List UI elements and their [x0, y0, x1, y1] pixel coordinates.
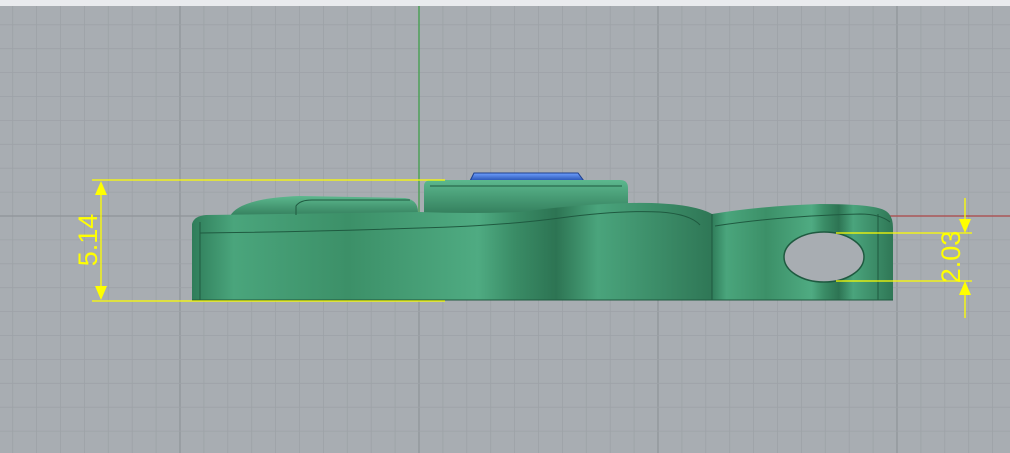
rhino-viewport[interactable]: 5.14 2.03 — [0, 0, 1010, 453]
dimension-text-hole[interactable]: 2.03 — [936, 231, 966, 284]
viewport-canvas[interactable]: 5.14 2.03 — [0, 0, 1010, 453]
bail-hole — [783, 231, 865, 283]
blue-gem[interactable] — [469, 172, 585, 182]
pendant-body — [192, 202, 712, 300]
dimension-text-overall[interactable]: 5.14 — [73, 214, 103, 267]
